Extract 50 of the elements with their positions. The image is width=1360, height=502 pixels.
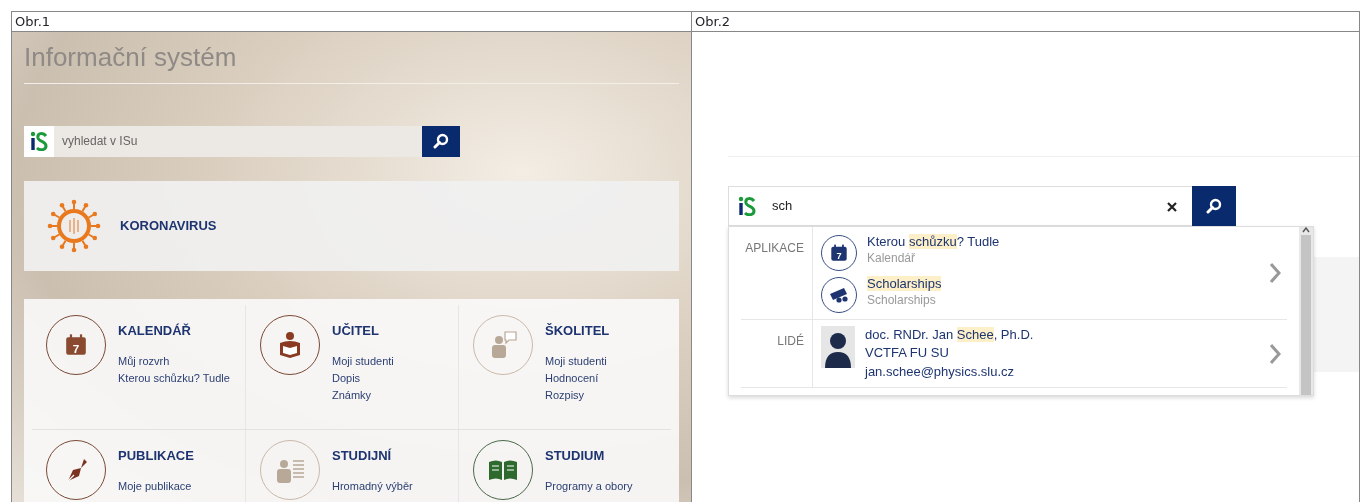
tile-title[interactable]: STUDIUM (545, 446, 633, 466)
search-button[interactable] (422, 126, 460, 157)
result-detail: jan.schee@physics.slu.cz (865, 363, 1016, 381)
result-title[interactable]: doc. RNDr. Jan Schee, Ph.D. (865, 326, 1034, 343)
search-icon (1206, 198, 1222, 214)
figure-caption: Obr.2 (692, 11, 1359, 32)
result-subtitle: Scholarships (867, 292, 937, 309)
tile-title[interactable]: ŠKOLITEL (545, 321, 610, 341)
tile-link[interactable]: Známky (332, 386, 394, 404)
open-book-icon (487, 458, 519, 482)
section-label: LIDÉ (741, 320, 813, 387)
reading-person-icon (277, 331, 303, 359)
is-logo-icon (24, 126, 54, 157)
tile-title[interactable]: STUDIJNÍ (332, 446, 413, 466)
tile-title[interactable]: UČITEL (332, 321, 394, 341)
search-field[interactable]: sch (764, 186, 1152, 226)
scroll-up-icon[interactable] (1302, 227, 1310, 233)
person-speech-icon (489, 330, 517, 360)
tile-link[interactable]: Moji studenti (545, 352, 610, 370)
tile-link[interactable]: Kterou schůzku? Tudle (118, 369, 230, 387)
avatar-silhouette (821, 326, 855, 368)
section-label: APLIKACE (741, 227, 813, 319)
tile-link[interactable]: Moje publikace (118, 477, 194, 495)
result-detail: VCTFA FU SU (865, 344, 950, 362)
banner-label: KORONAVIRUS (120, 217, 217, 236)
clear-button[interactable] (1152, 186, 1192, 226)
figure-caption: Obr.1 (12, 11, 691, 32)
tile-link[interactable]: Programy a obory (545, 477, 633, 495)
result-title[interactable]: Scholarships (867, 275, 942, 292)
virus-icon (46, 197, 102, 254)
chevron-right-icon[interactable] (1269, 342, 1281, 365)
tile-title[interactable]: KALENDÁŘ (118, 321, 230, 341)
scrollbar[interactable] (1299, 227, 1313, 395)
result-subtitle: Kalendář (867, 250, 917, 267)
tile-title[interactable]: PUBLIKACE (118, 446, 194, 466)
page-title: Informační systém (24, 38, 679, 84)
result-title[interactable]: Kterou schůzku? Tudle (867, 233, 1000, 250)
search-field[interactable]: vyhledat v ISu (54, 126, 422, 157)
tile-link[interactable]: Rozpisy (545, 386, 610, 404)
search-icon (433, 133, 449, 150)
tile-link[interactable]: Hodnocení (545, 369, 610, 387)
search-button[interactable] (1192, 186, 1236, 226)
ticket-icon (828, 286, 850, 304)
banner-card[interactable]: KORONAVIRUS (24, 180, 679, 271)
tile-link[interactable]: Dopis (332, 369, 394, 387)
close-icon (1167, 201, 1177, 212)
tile-link[interactable]: Hromadný výběr (332, 477, 413, 495)
tile-link[interactable]: Moji studenti (332, 352, 394, 370)
tile-link[interactable]: Můj rozvrh (118, 352, 230, 370)
chevron-right-icon[interactable] (1269, 262, 1281, 284)
